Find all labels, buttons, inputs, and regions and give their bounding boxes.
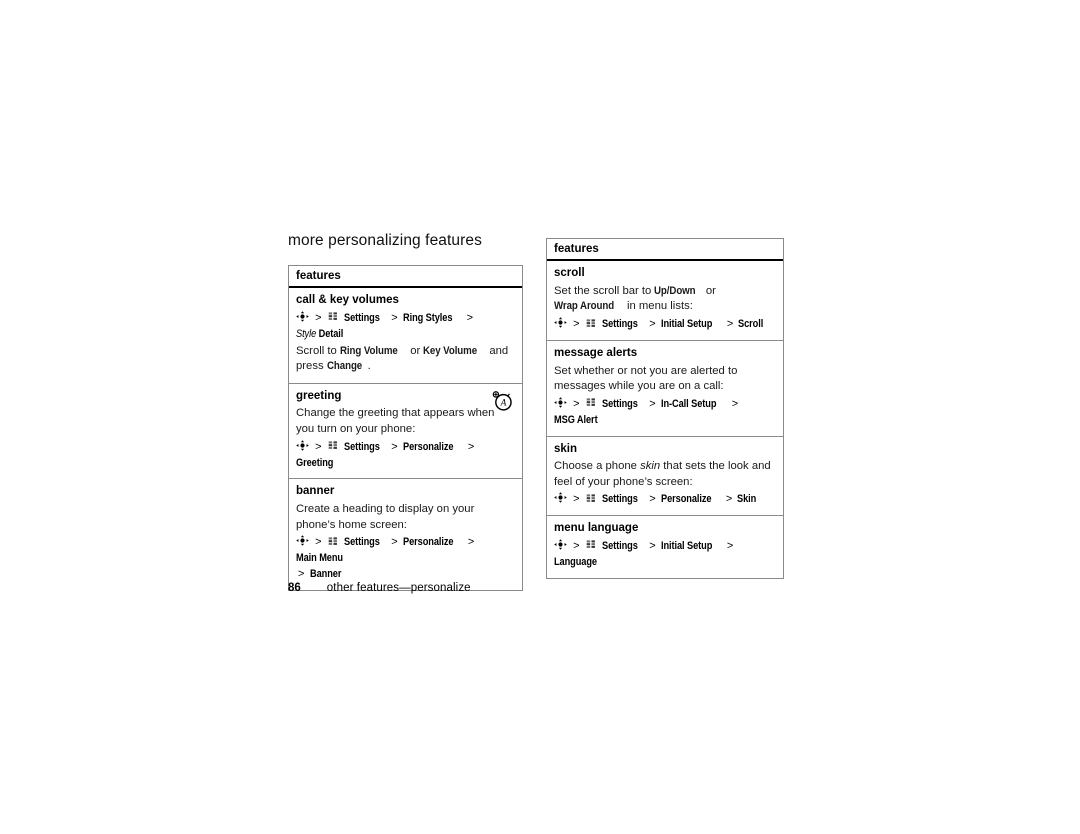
table-header-features: features (547, 239, 783, 262)
path-item: Settings (601, 539, 638, 552)
path-separator: > (298, 568, 305, 581)
path-separator: > (573, 493, 580, 506)
table-row: skin Choose a phone skin that sets the l… (547, 437, 783, 517)
table-row: menu language > Settings > Initial Setup… (547, 516, 783, 577)
feature-description: Set the scroll bar to Up/Down or Wrap Ar… (554, 284, 716, 313)
path-item: Banner (309, 568, 341, 581)
feature-name: skin (554, 442, 578, 455)
footer-label: other features—personalize (326, 582, 471, 594)
path-separator: > (467, 536, 475, 549)
navigation-key-icon (296, 439, 309, 451)
path-item: Initial Setup (660, 539, 713, 552)
feature-name: menu language (554, 522, 639, 535)
navigation-path: > Settings > Personalize > Main Menu > B… (296, 535, 515, 583)
path-item: In-Call Setup (660, 397, 717, 410)
path-item: Settings (343, 536, 380, 549)
svg-text:A: A (500, 399, 507, 409)
navigation-key-icon (554, 538, 567, 550)
path-separator: > (649, 493, 656, 506)
features-table-right: features scroll Set the scroll bar to Up… (546, 238, 784, 579)
path-item: Skin (737, 493, 757, 506)
navigation-key-icon (554, 396, 567, 408)
navigation-path: > Settings > Initial Setup > Language (554, 538, 776, 571)
feature-name: message alerts (554, 346, 638, 359)
path-item: Settings (601, 493, 638, 506)
path-separator: > (725, 493, 733, 506)
path-separator: > (573, 318, 580, 331)
settings-menu-icon (328, 311, 339, 322)
table-row: call & key volumes > Settings > Ring Sty… (289, 288, 522, 384)
feature-description: Create a heading to display on your phon… (296, 502, 475, 531)
settings-menu-icon (586, 493, 597, 504)
settings-menu-icon (586, 397, 597, 408)
path-separator: > (649, 318, 656, 331)
page-footer: 86 other features—personalize (288, 582, 471, 594)
feature-name: greeting (296, 389, 342, 402)
feature-description: Set whether or not you are alerted to me… (554, 364, 738, 393)
feature-name: banner (296, 485, 335, 498)
table-row: banner Create a heading to display on yo… (289, 479, 522, 589)
table-row: scroll Set the scroll bar to Up/Down or … (547, 261, 783, 341)
navigation-path: > Settings > Personalize > Greeting (296, 439, 515, 472)
path-item: Personalize (660, 493, 712, 506)
path-item: Personalize (402, 440, 454, 453)
navigation-path: > Settings > Initial Setup > Scroll (554, 317, 776, 333)
table-header-features: features (289, 266, 522, 289)
feature-name: scroll (554, 267, 585, 280)
path-separator: > (466, 311, 474, 324)
path-item: Ring Styles (402, 311, 453, 324)
path-item: Settings (601, 397, 638, 410)
path-separator: > (649, 539, 656, 552)
navigation-key-icon (296, 311, 309, 322)
path-item: Main Menu (296, 552, 343, 565)
path-separator: > (726, 318, 734, 331)
page-number: 86 (288, 582, 301, 594)
path-separator: > (467, 440, 475, 453)
path-item: Greeting (296, 456, 334, 469)
features-table-left: features call & key volumes > Settings >… (288, 265, 523, 591)
path-separator: > (391, 440, 398, 453)
path-separator: > (573, 397, 580, 410)
path-separator: > (315, 536, 322, 549)
settings-menu-icon (328, 440, 339, 451)
path-separator: > (649, 397, 656, 410)
text-entry-icon: A (492, 390, 514, 412)
path-separator: > (731, 397, 739, 410)
table-row: message alerts Set whether or not you ar… (547, 341, 783, 437)
navigation-path: > Settings > Ring Styles > Style Detail (296, 311, 515, 343)
navigation-path: > Settings > Personalize > Skin (554, 492, 776, 508)
path-item: Settings (343, 440, 380, 453)
path-separator: > (573, 539, 580, 552)
path-item: Scroll (738, 318, 764, 331)
feature-description: Change the greeting that appears when yo… (296, 407, 495, 436)
path-item: Settings (601, 318, 638, 331)
path-separator: > (391, 536, 398, 549)
table-row: A greeting Change the greeting that appe… (289, 384, 522, 480)
path-item: MSG Alert (554, 413, 598, 426)
path-item: Style Detail (296, 327, 344, 340)
document-page: more personalizing features features cal… (0, 0, 1080, 834)
path-separator: > (391, 311, 398, 324)
settings-menu-icon (586, 318, 597, 329)
feature-instruction: Scroll to Ring Volume or Key Volume and … (296, 344, 509, 373)
path-item: Initial Setup (660, 318, 713, 331)
path-item: Personalize (402, 536, 454, 549)
path-separator: > (726, 539, 734, 552)
page-title: more personalizing features (288, 232, 482, 249)
navigation-key-icon (554, 317, 567, 328)
feature-name: call & key volumes (296, 294, 399, 307)
settings-menu-icon (586, 539, 597, 550)
navigation-path: > Settings > In-Call Setup > MSG Alert (554, 396, 776, 429)
path-separator: > (315, 440, 322, 453)
settings-menu-icon (328, 536, 339, 547)
path-separator: > (315, 311, 322, 324)
navigation-key-icon (554, 492, 567, 503)
feature-description: Choose a phone skin that sets the look a… (554, 460, 771, 488)
path-item: Settings (343, 311, 380, 324)
path-item: Language (554, 555, 597, 568)
navigation-key-icon (296, 535, 309, 546)
